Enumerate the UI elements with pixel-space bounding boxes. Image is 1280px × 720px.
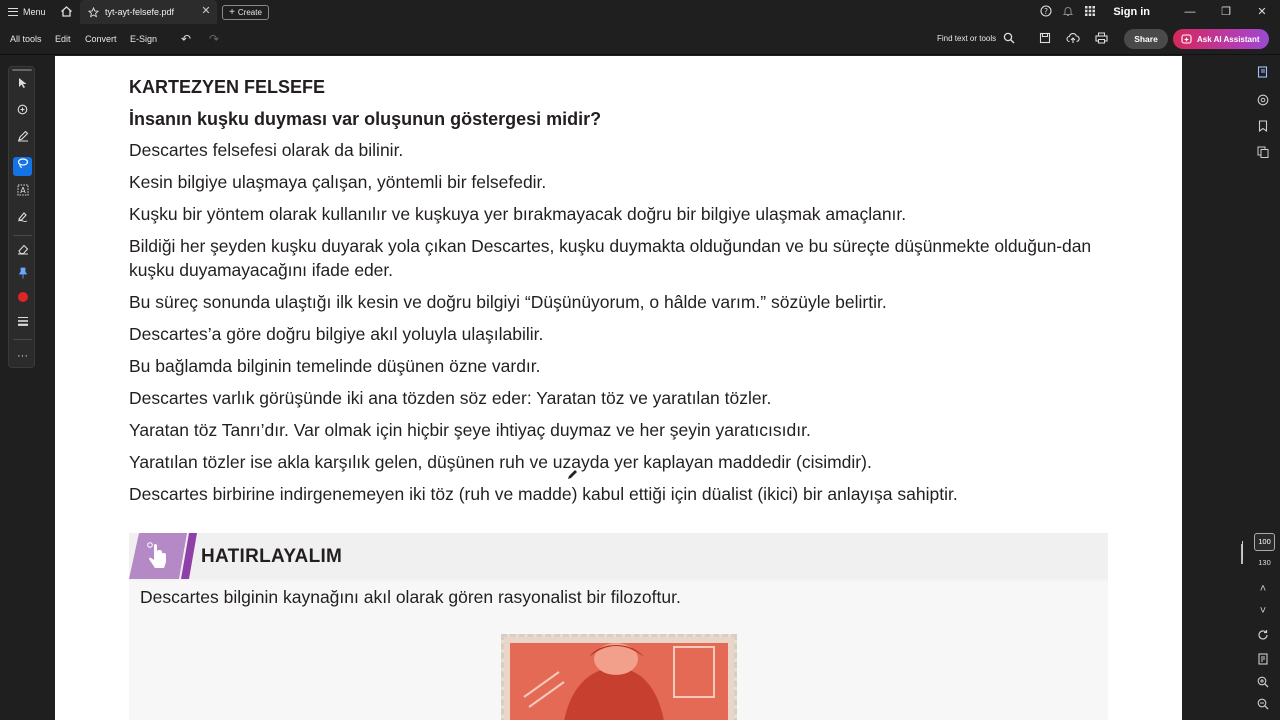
page-down-chevron-icon[interactable]: ˅ [1256, 604, 1270, 618]
undo-icon[interactable]: ↶ [179, 32, 193, 46]
menu-button[interactable]: Menu [8, 5, 46, 19]
paragraph: Descartes’a göre doğru bilgiye akıl yolu… [129, 324, 544, 344]
help-icon[interactable]: ? [1039, 5, 1053, 19]
paragraph: Descartes birbirine indirgenemeyen iki t… [129, 484, 958, 504]
paragraph: Bildiği her şeyden kuşku duyarak yola çı… [129, 236, 1092, 280]
ai-assistant-label: Ask AI Assistant [1197, 34, 1260, 44]
line-weight-icon[interactable] [13, 315, 32, 334]
zoom-in-icon[interactable] [1256, 676, 1270, 690]
title-bar: Menu tyt-ayt-felsefe.pdf ✕ + Create ? Si… [0, 0, 1280, 24]
left-tool-rail: A ··· [0, 56, 55, 720]
text-box-icon[interactable]: A [13, 184, 32, 203]
restore-icon[interactable]: ❐ [1208, 0, 1244, 24]
zoom-level-current[interactable]: 100 [1254, 533, 1275, 551]
paragraph: Yaratılan tözler ise akla karşılık gelen… [129, 452, 872, 472]
bookmark-icon[interactable] [1256, 120, 1270, 134]
print-icon[interactable] [1094, 32, 1108, 46]
pin-icon[interactable] [13, 267, 32, 286]
pointing-hand-icon [129, 533, 197, 579]
hamburger-icon [8, 8, 18, 16]
right-panel-rail: ˄ ˅ [1182, 56, 1280, 720]
find-text-or-tools[interactable]: Find text or tools [937, 34, 996, 43]
svg-text:?: ? [1044, 7, 1048, 16]
convert-menu[interactable]: Convert [85, 34, 117, 44]
descartes-stamp-image [501, 634, 737, 720]
sign-pen-icon[interactable] [13, 210, 32, 229]
drag-handle[interactable] [12, 69, 32, 71]
paragraph: Descartes varlık görüşünde iki ana tözde… [129, 388, 772, 408]
comments-panel-icon[interactable] [1256, 94, 1270, 108]
plus-icon: + [229, 7, 235, 18]
pdf-page[interactable]: KARTEZYEN FELSEFE İnsanın kuşku duyması … [55, 56, 1182, 720]
paragraph: Bu bağlamda bilginin temelinde düşünen ö… [129, 356, 541, 376]
menu-label: Menu [23, 7, 46, 17]
pen-cursor-icon [568, 470, 577, 479]
apps-grid-icon[interactable] [1083, 5, 1097, 19]
redo-icon[interactable]: ↷ [207, 32, 221, 46]
close-window-icon[interactable]: ✕ [1244, 0, 1280, 24]
callout-body-text: Descartes bilginin kaynağını akıl olarak… [140, 587, 681, 607]
document-tab[interactable]: tyt-ayt-felsefe.pdf ✕ [80, 0, 217, 24]
cloud-upload-icon[interactable] [1066, 32, 1080, 46]
section-question: İnsanın kuşku duyması var oluşunun göste… [129, 109, 602, 129]
share-button[interactable]: Share [1124, 29, 1168, 49]
paragraph: Yaratan töz Tanrı’dır. Var olmak için hi… [129, 420, 811, 440]
all-tools-menu[interactable]: All tools [10, 34, 42, 44]
sign-in-button[interactable]: Sign in [1113, 6, 1150, 18]
more-options-icon[interactable]: ··· [13, 347, 32, 366]
edit-page-icon[interactable] [1256, 66, 1270, 80]
esign-menu[interactable]: E-Sign [130, 34, 157, 44]
quick-tools-panel: A ··· [8, 66, 35, 368]
comment-add-icon[interactable] [13, 104, 32, 123]
zoom-slider-marker[interactable] [1242, 541, 1243, 559]
eraser-icon[interactable] [13, 243, 32, 262]
select-cursor-icon[interactable] [13, 77, 32, 96]
callout-title: HATIRLAYALIM [201, 546, 343, 567]
ai-assistant-button[interactable]: Ask AI Assistant [1173, 29, 1269, 49]
page-up-chevron-icon[interactable]: ˄ [1256, 582, 1270, 596]
rotate-refresh-icon[interactable] [1256, 629, 1270, 643]
star-icon[interactable] [88, 6, 99, 18]
paragraph: Kuşku bir yöntem olarak kullanılır ve ku… [129, 204, 907, 224]
paragraph: Descartes felsefesi olarak da bilinir. [129, 140, 404, 160]
reminder-callout: HATIRLAYALIM Descartes bilginin kaynağın… [129, 533, 1108, 720]
ai-sparkle-icon [1181, 33, 1192, 44]
save-icon[interactable] [1038, 32, 1052, 46]
tab-title: tyt-ayt-felsefe.pdf [105, 7, 175, 17]
edit-menu[interactable]: Edit [55, 34, 71, 44]
page-fit-icon[interactable] [1256, 653, 1270, 667]
search-icon[interactable] [1002, 32, 1016, 46]
paragraph: Kesin bilgiye ulaşmaya çalışan, yöntemli… [129, 172, 547, 192]
zoom-out-icon[interactable] [1256, 698, 1270, 712]
lasso-draw-icon[interactable] [13, 157, 32, 176]
notifications-bell-icon[interactable] [1061, 5, 1075, 19]
main-toolbar: All tools Edit Convert E-Sign ↶ ↷ Find t… [0, 24, 1280, 55]
home-icon[interactable] [60, 5, 73, 18]
svg-text:A: A [20, 186, 26, 195]
paragraph: Bu süreç sonunda ulaştığı ilk kesin ve d… [129, 292, 887, 312]
create-label: Create [237, 8, 262, 17]
zoom-level-option[interactable]: 130 [1254, 558, 1275, 567]
pages-thumbnails-icon[interactable] [1256, 146, 1270, 160]
highlight-pen-icon[interactable] [13, 130, 32, 149]
create-button[interactable]: + Create [222, 5, 269, 20]
color-picker-red-icon[interactable] [13, 291, 32, 310]
page-title: KARTEZYEN FELSEFE [129, 77, 326, 97]
close-tab-icon[interactable]: ✕ [200, 5, 212, 17]
minimize-icon[interactable]: — [1172, 0, 1208, 24]
